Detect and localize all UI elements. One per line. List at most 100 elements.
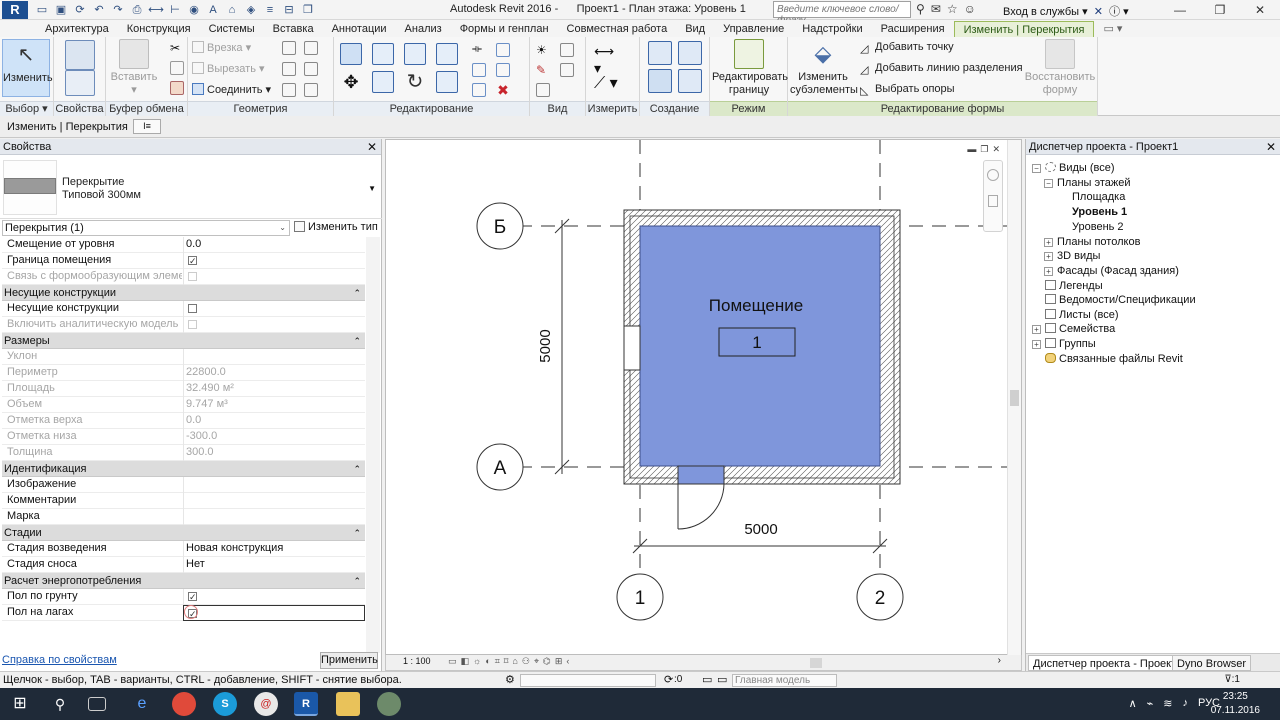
prop-value-phase-demolished[interactable]: Нет bbox=[183, 557, 365, 573]
tag-icon[interactable]: ◉ bbox=[186, 2, 202, 18]
tab-dyno-browser[interactable]: Dyno Browser bbox=[1172, 655, 1252, 671]
cut-icon[interactable]: ✂ bbox=[170, 41, 184, 55]
cope-button[interactable]: Врезка ▾ bbox=[192, 41, 251, 54]
close-window-button[interactable]: ✕ bbox=[1240, 0, 1280, 20]
tab-collaborate[interactable]: Совместная работа bbox=[558, 21, 677, 37]
subscription-icon[interactable]: ✉ bbox=[931, 2, 941, 16]
room-name-label[interactable]: Помещение bbox=[709, 296, 803, 315]
show-crop-icon[interactable]: ⌑ bbox=[504, 656, 509, 667]
worksets-icon[interactable]: ⚙ bbox=[505, 673, 515, 686]
room-number-label[interactable]: 1 bbox=[752, 333, 761, 352]
tree-floor-plans[interactable]: − Планы этажей bbox=[1044, 177, 1131, 189]
paste-button[interactable]: Вставить ▾ bbox=[110, 39, 158, 97]
tree-groups[interactable]: + Группы bbox=[1032, 338, 1096, 350]
door-opening[interactable] bbox=[677, 465, 725, 485]
maximize-button[interactable]: ❐ bbox=[1200, 0, 1240, 20]
tab-extensions[interactable]: Расширения bbox=[872, 21, 954, 37]
print-icon[interactable]: ⎙ bbox=[129, 2, 145, 18]
unlock-3d-icon[interactable]: ⌂ bbox=[512, 656, 517, 667]
close-hidden-icon[interactable]: ⊟ bbox=[281, 2, 297, 18]
copy-icon[interactable] bbox=[170, 61, 184, 75]
options-bar-control[interactable]: I≡ bbox=[133, 119, 161, 134]
tab-project-browser[interactable]: Диспетчер проекта - Проект1 bbox=[1028, 655, 1188, 671]
prop-value-comments[interactable] bbox=[183, 493, 365, 509]
modify-subelements-button[interactable]: ⬙ Изменить субэлементы bbox=[790, 39, 858, 97]
measure-between-icon[interactable]: ⟷ ▾ bbox=[594, 43, 622, 76]
scroll-right-icon[interactable]: › bbox=[998, 655, 1001, 666]
room-bounding-checkbox[interactable]: ✓ bbox=[188, 256, 197, 266]
canvas-vertical-scrollbar[interactable] bbox=[1007, 140, 1021, 656]
steering-wheel-icon[interactable] bbox=[987, 169, 999, 181]
save-icon[interactable]: ▣ bbox=[53, 2, 69, 18]
tree-ceiling-plans[interactable]: + Планы потолков bbox=[1044, 236, 1140, 248]
ribbon-minimize-toggle[interactable]: ▭ ▾ bbox=[1094, 21, 1131, 37]
lightbulb-icon[interactable]: ☀ bbox=[536, 43, 550, 57]
tree-families[interactable]: + Семейства bbox=[1032, 323, 1115, 335]
tab-structure[interactable]: Конструкция bbox=[118, 21, 200, 37]
pin-icon[interactable] bbox=[496, 43, 510, 57]
section-icon[interactable]: ◈ bbox=[243, 2, 259, 18]
search-input[interactable]: Введите ключевое слово/фразу bbox=[773, 1, 911, 26]
tree-views[interactable]: − Виды (все) bbox=[1032, 162, 1115, 174]
structural-checkbox[interactable] bbox=[188, 304, 197, 313]
sign-in-button[interactable]: Вход в службы ▾ ✕ ⓘ ▾ bbox=[1003, 3, 1129, 19]
modify-button[interactable]: ↖ Изменить bbox=[2, 39, 53, 97]
cut-geometry-button[interactable]: Вырезать ▾ bbox=[192, 62, 265, 75]
trim-icon[interactable] bbox=[436, 71, 458, 93]
shadows-icon[interactable]: ◐ bbox=[485, 656, 490, 667]
hide-icon[interactable] bbox=[536, 83, 550, 97]
expand-icon[interactable]: + bbox=[1044, 238, 1053, 247]
binoculars-icon[interactable]: ⚲ bbox=[916, 2, 925, 16]
tab-view[interactable]: Вид bbox=[676, 21, 714, 37]
hammer-icon[interactable] bbox=[304, 83, 318, 97]
join-button[interactable]: Соединить ▾ bbox=[192, 83, 271, 96]
app-icon[interactable]: @ bbox=[254, 692, 278, 716]
override-graphics-icon[interactable] bbox=[560, 43, 574, 57]
dim-vertical-text[interactable]: 5000 bbox=[537, 329, 554, 362]
tree-site[interactable]: Площадка bbox=[1072, 191, 1125, 203]
worksharing-icon[interactable]: ⌬ bbox=[543, 656, 551, 667]
tree-revit-links[interactable]: Связанные файлы Revit bbox=[1032, 353, 1183, 365]
linework-icon[interactable] bbox=[560, 63, 574, 77]
type-properties-button[interactable] bbox=[64, 70, 96, 98]
tree-legends[interactable]: Легенды bbox=[1032, 280, 1103, 292]
group-structural[interactable]: Несущие конструкции ⌃ bbox=[2, 285, 365, 301]
temp-hide-icon[interactable]: ⚇ bbox=[522, 656, 530, 667]
tree-sheets[interactable]: Листы (все) bbox=[1032, 309, 1119, 321]
editing-requests-icon[interactable]: ⟳ bbox=[664, 673, 673, 686]
create-assembly-icon[interactable] bbox=[678, 41, 702, 65]
design-options-icon[interactable]: ▭ bbox=[702, 673, 712, 686]
search-icon[interactable]: ⚲ bbox=[48, 692, 72, 716]
help-icon[interactable]: ⓘ ▾ bbox=[1109, 6, 1129, 18]
tab-systems[interactable]: Системы bbox=[200, 21, 264, 37]
thin-lines-icon[interactable]: ≡ bbox=[262, 2, 278, 18]
measure-icon[interactable]: ⟷ bbox=[148, 2, 164, 18]
prop-value-phase-created[interactable]: Новая конструкция bbox=[183, 541, 365, 557]
pick-supports-button[interactable]: ◺ Выбрать опоры bbox=[860, 83, 955, 97]
prop-value-offset[interactable]: 0.0 bbox=[183, 237, 365, 253]
navigation-bar[interactable] bbox=[983, 160, 1003, 232]
edit-boundary-button[interactable]: Редактировать границу bbox=[712, 39, 788, 97]
clock[interactable]: 23:25 07.11.2016 bbox=[1211, 690, 1260, 718]
tab-manage[interactable]: Управление bbox=[714, 21, 793, 37]
type-selector[interactable]: Перекрытие Типовой 300мм ▼ bbox=[0, 156, 382, 219]
prop-value-mark[interactable] bbox=[183, 509, 365, 525]
view-scale[interactable]: 1 : 100 bbox=[403, 656, 431, 666]
group-identity[interactable]: Идентификация ⌃ bbox=[2, 461, 365, 477]
windows-start-icon[interactable]: ⊞ bbox=[0, 688, 40, 720]
undo-icon[interactable]: ↶ bbox=[91, 2, 107, 18]
delete-icon[interactable]: ✖ bbox=[496, 83, 510, 97]
window[interactable] bbox=[623, 325, 641, 371]
dimension-icon[interactable]: ⊢ bbox=[167, 2, 183, 18]
wifi-icon[interactable]: ≋ bbox=[1163, 697, 1172, 710]
tab-insert[interactable]: Вставка bbox=[264, 21, 323, 37]
panel-label-select[interactable]: Выбор ▾ bbox=[0, 101, 53, 116]
split-icon[interactable]: ⟛ bbox=[472, 43, 486, 57]
exchange-icon[interactable]: ✕ bbox=[1094, 6, 1103, 18]
drawing-area[interactable]: Помещение 1 5000 5000 Б А 1 2 ▬ ❐ ✕ bbox=[385, 139, 1022, 656]
mirror-draw-icon[interactable] bbox=[436, 43, 458, 65]
minimize-button[interactable]: — bbox=[1160, 0, 1200, 20]
redo-icon[interactable]: ↷ bbox=[110, 2, 126, 18]
design-options-icon-2[interactable]: ▭ bbox=[717, 673, 727, 686]
volume-icon[interactable]: ♪ bbox=[1182, 697, 1188, 710]
